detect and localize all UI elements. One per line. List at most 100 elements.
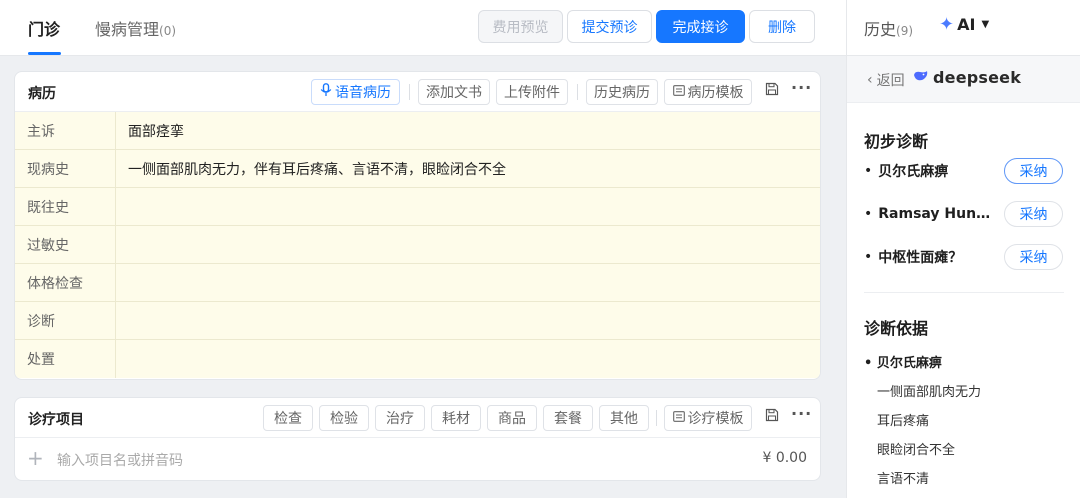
adopt-diagnosis-button[interactable]: 采纳 bbox=[1004, 201, 1063, 227]
add-document-button[interactable]: 添加文书 bbox=[418, 79, 490, 105]
tab-history[interactable]: 历史(9) bbox=[864, 16, 913, 40]
chief-complaint-field[interactable]: 面部痉挛 bbox=[116, 112, 820, 149]
treatment-total-price: ¥ 0.00 bbox=[762, 450, 807, 466]
upload-attachment-button[interactable]: 上传附件 bbox=[496, 79, 568, 105]
more-icon[interactable]: ··· bbox=[791, 404, 812, 423]
delete-button[interactable]: 删除 bbox=[749, 10, 815, 43]
back-button[interactable]: ‹ 返回 bbox=[867, 70, 905, 90]
basis-item: 一侧面部肌肉无力 bbox=[877, 385, 982, 400]
treatment-items-title: 诊疗项目 bbox=[28, 412, 84, 428]
basis-heading-label: 贝尔氏麻痹 bbox=[876, 356, 942, 371]
treatment-template-button[interactable]: 诊疗模板 bbox=[664, 405, 752, 431]
diagnosis-field[interactable] bbox=[116, 302, 820, 339]
save-icon[interactable] bbox=[765, 82, 779, 100]
record-row-label: 主诉 bbox=[15, 112, 116, 149]
fee-preview-button[interactable]: 费用预览 bbox=[478, 10, 563, 43]
tab-outpatient-label: 门诊 bbox=[28, 20, 61, 39]
record-row-physical-exam: 体格检查 bbox=[15, 264, 820, 302]
bullet-icon: • bbox=[864, 249, 873, 265]
tab-history-label: 历史 bbox=[864, 20, 897, 39]
tab-chronic-disease[interactable]: 慢病管理(0) bbox=[95, 16, 176, 40]
caret-down-icon: ▼ bbox=[981, 19, 990, 30]
diagnosis-name: 贝尔氏麻痹 bbox=[878, 164, 949, 180]
filter-other-button[interactable]: 其他 bbox=[599, 405, 649, 431]
toolbar-divider bbox=[409, 84, 410, 100]
history-records-button[interactable]: 历史病历 bbox=[586, 79, 658, 105]
record-row-diagnosis: 诊断 bbox=[15, 302, 820, 340]
toolbar-divider bbox=[577, 84, 578, 100]
filter-therapy-button[interactable]: 治疗 bbox=[375, 405, 425, 431]
record-row-label: 既往史 bbox=[15, 188, 116, 225]
ai-assistant-panel: 历史(9) ✦ AI ▼ ‹ 返回 deepseek 初步诊断 • 贝尔氏麻痹 … bbox=[846, 0, 1080, 498]
deepseek-brand-text: deepseek bbox=[933, 68, 1022, 87]
more-icon[interactable]: ··· bbox=[791, 78, 812, 97]
filter-lab-button[interactable]: 检验 bbox=[319, 405, 369, 431]
treatment-items-card: 诊疗项目 检查 检验 治疗 耗材 商品 套餐 其他 诊疗模板 ··· + 输入项… bbox=[14, 397, 821, 481]
diagnosis-name: 中枢性面瘫？ bbox=[878, 250, 963, 266]
chevron-left-icon: ‹ bbox=[867, 72, 873, 88]
treatment-items-header: 诊疗项目 检查 检验 治疗 耗材 商品 套餐 其他 诊疗模板 ··· bbox=[15, 398, 820, 438]
record-row-label: 过敏史 bbox=[15, 226, 116, 263]
treatment-field[interactable] bbox=[116, 340, 820, 378]
past-history-field[interactable] bbox=[116, 188, 820, 225]
basis-heading: • 贝尔氏麻痹 bbox=[864, 352, 942, 371]
record-row-label: 诊断 bbox=[15, 302, 116, 339]
record-template-button[interactable]: 病历模板 bbox=[664, 79, 752, 105]
deepseek-logo: deepseek bbox=[913, 68, 1021, 87]
allergy-history-field[interactable] bbox=[116, 226, 820, 263]
record-row-label: 现病史 bbox=[15, 150, 116, 187]
present-illness-field[interactable]: 一侧面部肌肉无力，伴有耳后疼痛、言语不清，眼睑闭合不全 bbox=[116, 150, 820, 187]
toolbar-divider bbox=[656, 410, 657, 426]
template-icon bbox=[672, 84, 685, 100]
filter-consumables-button[interactable]: 耗材 bbox=[431, 405, 481, 431]
treatment-item-input-row: + 输入项目名或拼音码 ¥ 0.00 bbox=[15, 438, 820, 480]
record-row-chief-complaint: 主诉 面部痉挛 bbox=[15, 112, 820, 150]
right-panel-tabs: 历史(9) ✦ AI ▼ bbox=[847, 0, 1080, 56]
microphone-icon bbox=[320, 83, 332, 101]
ai-label: AI bbox=[957, 15, 976, 34]
filter-exam-button[interactable]: 检查 bbox=[263, 405, 313, 431]
bullet-icon: • bbox=[864, 163, 873, 179]
deepseek-whale-icon bbox=[913, 69, 929, 87]
finish-visit-button[interactable]: 完成接诊 bbox=[656, 10, 745, 43]
diagnosis-name: Ramsay Hunt… bbox=[878, 206, 991, 222]
top-bar: 门诊 慢病管理(0) 费用预览 提交预诊 完成接诊 删除 bbox=[0, 0, 846, 56]
basis-item: 言语不清 bbox=[877, 472, 930, 487]
filter-package-button[interactable]: 套餐 bbox=[543, 405, 593, 431]
record-row-label: 处置 bbox=[15, 340, 116, 378]
sparkle-icon: ✦ bbox=[939, 14, 955, 35]
template-icon bbox=[672, 410, 685, 426]
section-divider bbox=[864, 292, 1064, 293]
voice-record-button[interactable]: 语音病历 bbox=[311, 79, 400, 105]
record-row-label: 体格检查 bbox=[15, 264, 116, 301]
ai-dropdown[interactable]: ✦ AI ▼ bbox=[939, 14, 989, 35]
preliminary-diagnosis-title: 初步诊断 bbox=[864, 132, 929, 151]
medical-record-header: 病历 语音病历 添加文书 上传附件 历史病历 病历模板 ··· bbox=[15, 72, 820, 112]
diagnosis-basis-title: 诊断依据 bbox=[864, 319, 929, 338]
record-row-allergy-history: 过敏史 bbox=[15, 226, 820, 264]
medical-record-title: 病历 bbox=[28, 86, 56, 102]
tab-outpatient[interactable]: 门诊 bbox=[28, 16, 60, 40]
filter-goods-button[interactable]: 商品 bbox=[487, 405, 537, 431]
back-label: 返回 bbox=[876, 73, 905, 89]
record-row-past-history: 既往史 bbox=[15, 188, 820, 226]
treatment-item-search-input[interactable]: 输入项目名或拼音码 bbox=[57, 450, 183, 470]
plus-icon[interactable]: + bbox=[27, 446, 44, 470]
tab-history-count: (9) bbox=[896, 24, 914, 38]
bullet-icon: • bbox=[864, 356, 877, 371]
ai-provider-bar: ‹ 返回 deepseek bbox=[847, 56, 1080, 103]
voice-record-label: 语音病历 bbox=[335, 85, 391, 101]
submit-prediagnosis-button[interactable]: 提交预诊 bbox=[567, 10, 652, 43]
save-icon[interactable] bbox=[765, 408, 779, 426]
adopt-diagnosis-button[interactable]: 采纳 bbox=[1004, 244, 1063, 270]
adopt-diagnosis-button[interactable]: 采纳 bbox=[1004, 158, 1063, 184]
physical-exam-field[interactable] bbox=[116, 264, 820, 301]
bullet-icon: • bbox=[864, 206, 873, 222]
active-tab-indicator bbox=[28, 52, 61, 55]
basis-item: 耳后疼痛 bbox=[877, 414, 930, 429]
tab-chronic-disease-label: 慢病管理 bbox=[95, 20, 160, 39]
record-row-treatment: 处置 bbox=[15, 340, 820, 378]
tab-chronic-disease-count: (0) bbox=[159, 24, 177, 38]
basis-item: 眼睑闭合不全 bbox=[877, 443, 956, 458]
record-template-label: 病历模板 bbox=[687, 85, 744, 101]
